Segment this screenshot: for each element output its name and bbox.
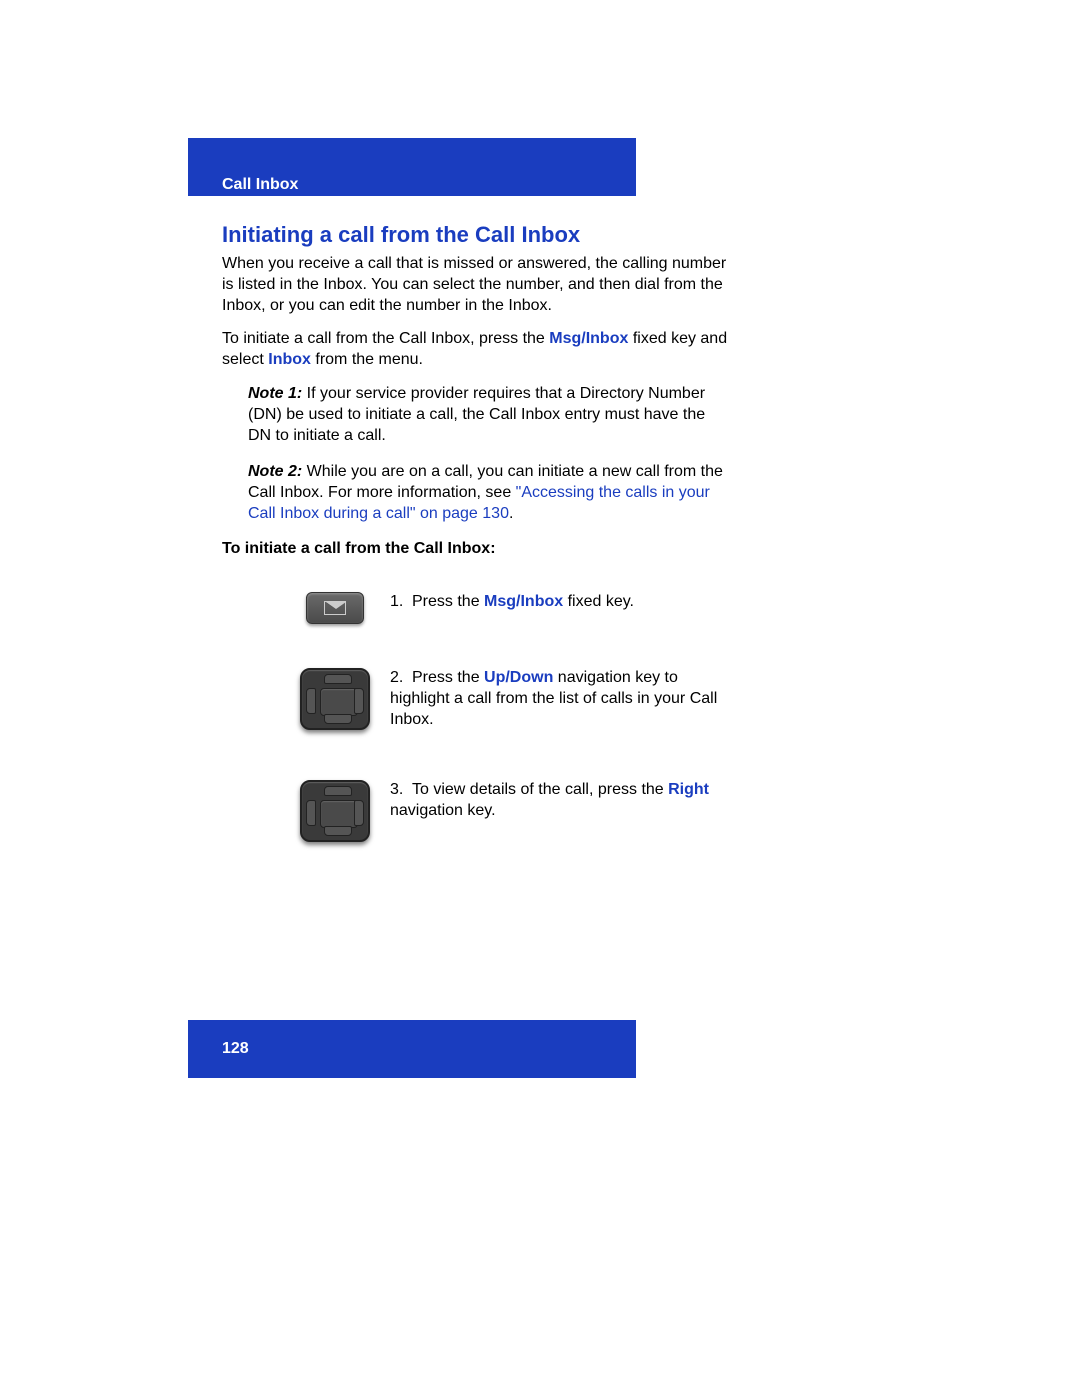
step-2-icon xyxy=(300,668,370,730)
keyword-msg-inbox: Msg/Inbox xyxy=(484,593,563,610)
page-heading: Initiating a call from the Call Inbox xyxy=(222,222,580,248)
text: Press the xyxy=(412,669,484,686)
note-text: If your service provider requires that a… xyxy=(248,385,705,444)
intro-paragraph-2: To initiate a call from the Call Inbox, … xyxy=(222,329,732,371)
note-text: . xyxy=(509,505,513,522)
step-1-icon xyxy=(300,592,370,624)
navigation-cluster-icon xyxy=(300,668,370,730)
note-1: Note 1: If your service provider require… xyxy=(248,384,732,446)
keyword-msg-inbox: Msg/Inbox xyxy=(549,330,628,347)
step-1-row: 1.Press the Msg/Inbox fixed key. xyxy=(300,592,732,624)
text: To initiate a call from the Call Inbox, … xyxy=(222,330,549,347)
msg-inbox-key-icon xyxy=(306,592,364,624)
step-3-text: 3.To view details of the call, press the… xyxy=(390,780,732,822)
envelope-icon xyxy=(324,601,346,615)
header-section-label: Call Inbox xyxy=(222,176,298,194)
keyword-up-down: Up/Down xyxy=(484,669,553,686)
text: navigation key. xyxy=(390,802,496,819)
text: To view details of the call, press the xyxy=(412,781,668,798)
step-2-row: 2.Press the Up/Down navigation key to hi… xyxy=(300,668,732,730)
intro-paragraph-1: When you receive a call that is missed o… xyxy=(222,254,732,316)
footer-bar xyxy=(188,1020,636,1078)
note-2: Note 2: While you are on a call, you can… xyxy=(248,462,732,524)
step-1-text: 1.Press the Msg/Inbox fixed key. xyxy=(390,592,732,613)
navigation-cluster-icon xyxy=(300,780,370,842)
step-number: 1. xyxy=(390,592,412,613)
step-3-row: 3.To view details of the call, press the… xyxy=(300,780,732,842)
page-number: 128 xyxy=(222,1040,249,1058)
document-page: Call Inbox Initiating a call from the Ca… xyxy=(0,0,1080,1397)
note-label: Note 2: xyxy=(248,463,302,480)
text: Press the xyxy=(412,593,484,610)
keyword-inbox: Inbox xyxy=(268,351,311,368)
note-label: Note 1: xyxy=(248,385,302,402)
step-number: 2. xyxy=(390,668,412,689)
keyword-right: Right xyxy=(668,781,709,798)
step-number: 3. xyxy=(390,780,412,801)
text: fixed key. xyxy=(563,593,634,610)
step-3-icon xyxy=(300,780,370,842)
text: from the menu. xyxy=(311,351,423,368)
step-2-text: 2.Press the Up/Down navigation key to hi… xyxy=(390,668,732,730)
procedure-heading: To initiate a call from the Call Inbox: xyxy=(222,540,496,558)
